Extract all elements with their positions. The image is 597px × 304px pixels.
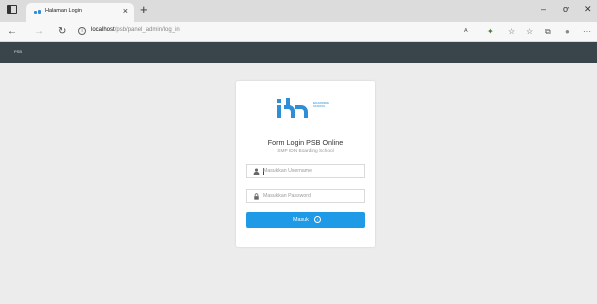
password-input[interactable] <box>263 191 361 201</box>
arrow-circle-right-icon: › <box>314 216 321 223</box>
read-aloud-icon[interactable]: ᴬ <box>464 26 468 37</box>
forward-button[interactable]: → <box>34 25 44 38</box>
tab-title: Halaman Login <box>45 8 82 14</box>
app-brand[interactable]: PSB <box>14 49 22 54</box>
new-tab-button[interactable]: + <box>140 2 148 18</box>
browser-toolbar: ← → ↻ i localhost/psb/panel_admin/log_in… <box>0 22 597 42</box>
login-subtitle: SMP IDN Boarding School <box>277 149 334 154</box>
tab-close-icon[interactable]: × <box>123 6 128 16</box>
browser-tab-strip: Halaman Login × + – ơ ✕ <box>0 0 597 22</box>
maximize-button[interactable]: ơ <box>563 3 569 15</box>
refresh-button[interactable]: ↻ <box>58 25 66 38</box>
close-window-button[interactable]: ✕ <box>584 3 592 15</box>
username-field[interactable] <box>246 164 365 178</box>
site-info-icon[interactable]: i <box>78 27 86 35</box>
url-path: /psb/panel_admin/log_in <box>114 27 180 33</box>
user-icon <box>253 168 260 175</box>
lock-icon <box>254 193 259 200</box>
favorite-icon[interactable]: ☆ <box>508 26 515 37</box>
app-navbar: PSB <box>0 42 597 63</box>
idn-logo-mark-icon <box>277 98 308 118</box>
back-button[interactable]: ← <box>7 25 17 38</box>
tab-actions-icon[interactable] <box>7 5 17 14</box>
extension-icon[interactable]: ✦ <box>487 26 494 37</box>
profile-icon[interactable]: ● <box>565 26 570 37</box>
url-host: localhost <box>91 27 115 33</box>
more-icon[interactable]: ··· <box>583 26 591 37</box>
favicon-icon <box>34 9 41 15</box>
password-field[interactable] <box>246 189 365 203</box>
login-card: BOARDING SCHOOL Form Login PSB Online SM… <box>236 81 375 247</box>
favorites-list-icon[interactable]: ☆ <box>526 26 533 37</box>
login-button-label: Masuk <box>293 217 309 223</box>
minimize-button[interactable]: – <box>541 3 546 15</box>
logo-text: BOARDING SCHOOL <box>313 101 330 109</box>
login-title: Form Login PSB Online <box>267 138 344 147</box>
address-bar[interactable]: localhost/psb/panel_admin/log_in <box>91 27 180 33</box>
collections-icon[interactable]: ⧉ <box>545 26 551 37</box>
login-button[interactable]: Masuk › <box>246 212 365 228</box>
idn-logo: BOARDING SCHOOL <box>276 96 336 120</box>
username-input[interactable] <box>263 166 361 176</box>
tab-halaman-login[interactable]: Halaman Login × <box>26 3 134 22</box>
